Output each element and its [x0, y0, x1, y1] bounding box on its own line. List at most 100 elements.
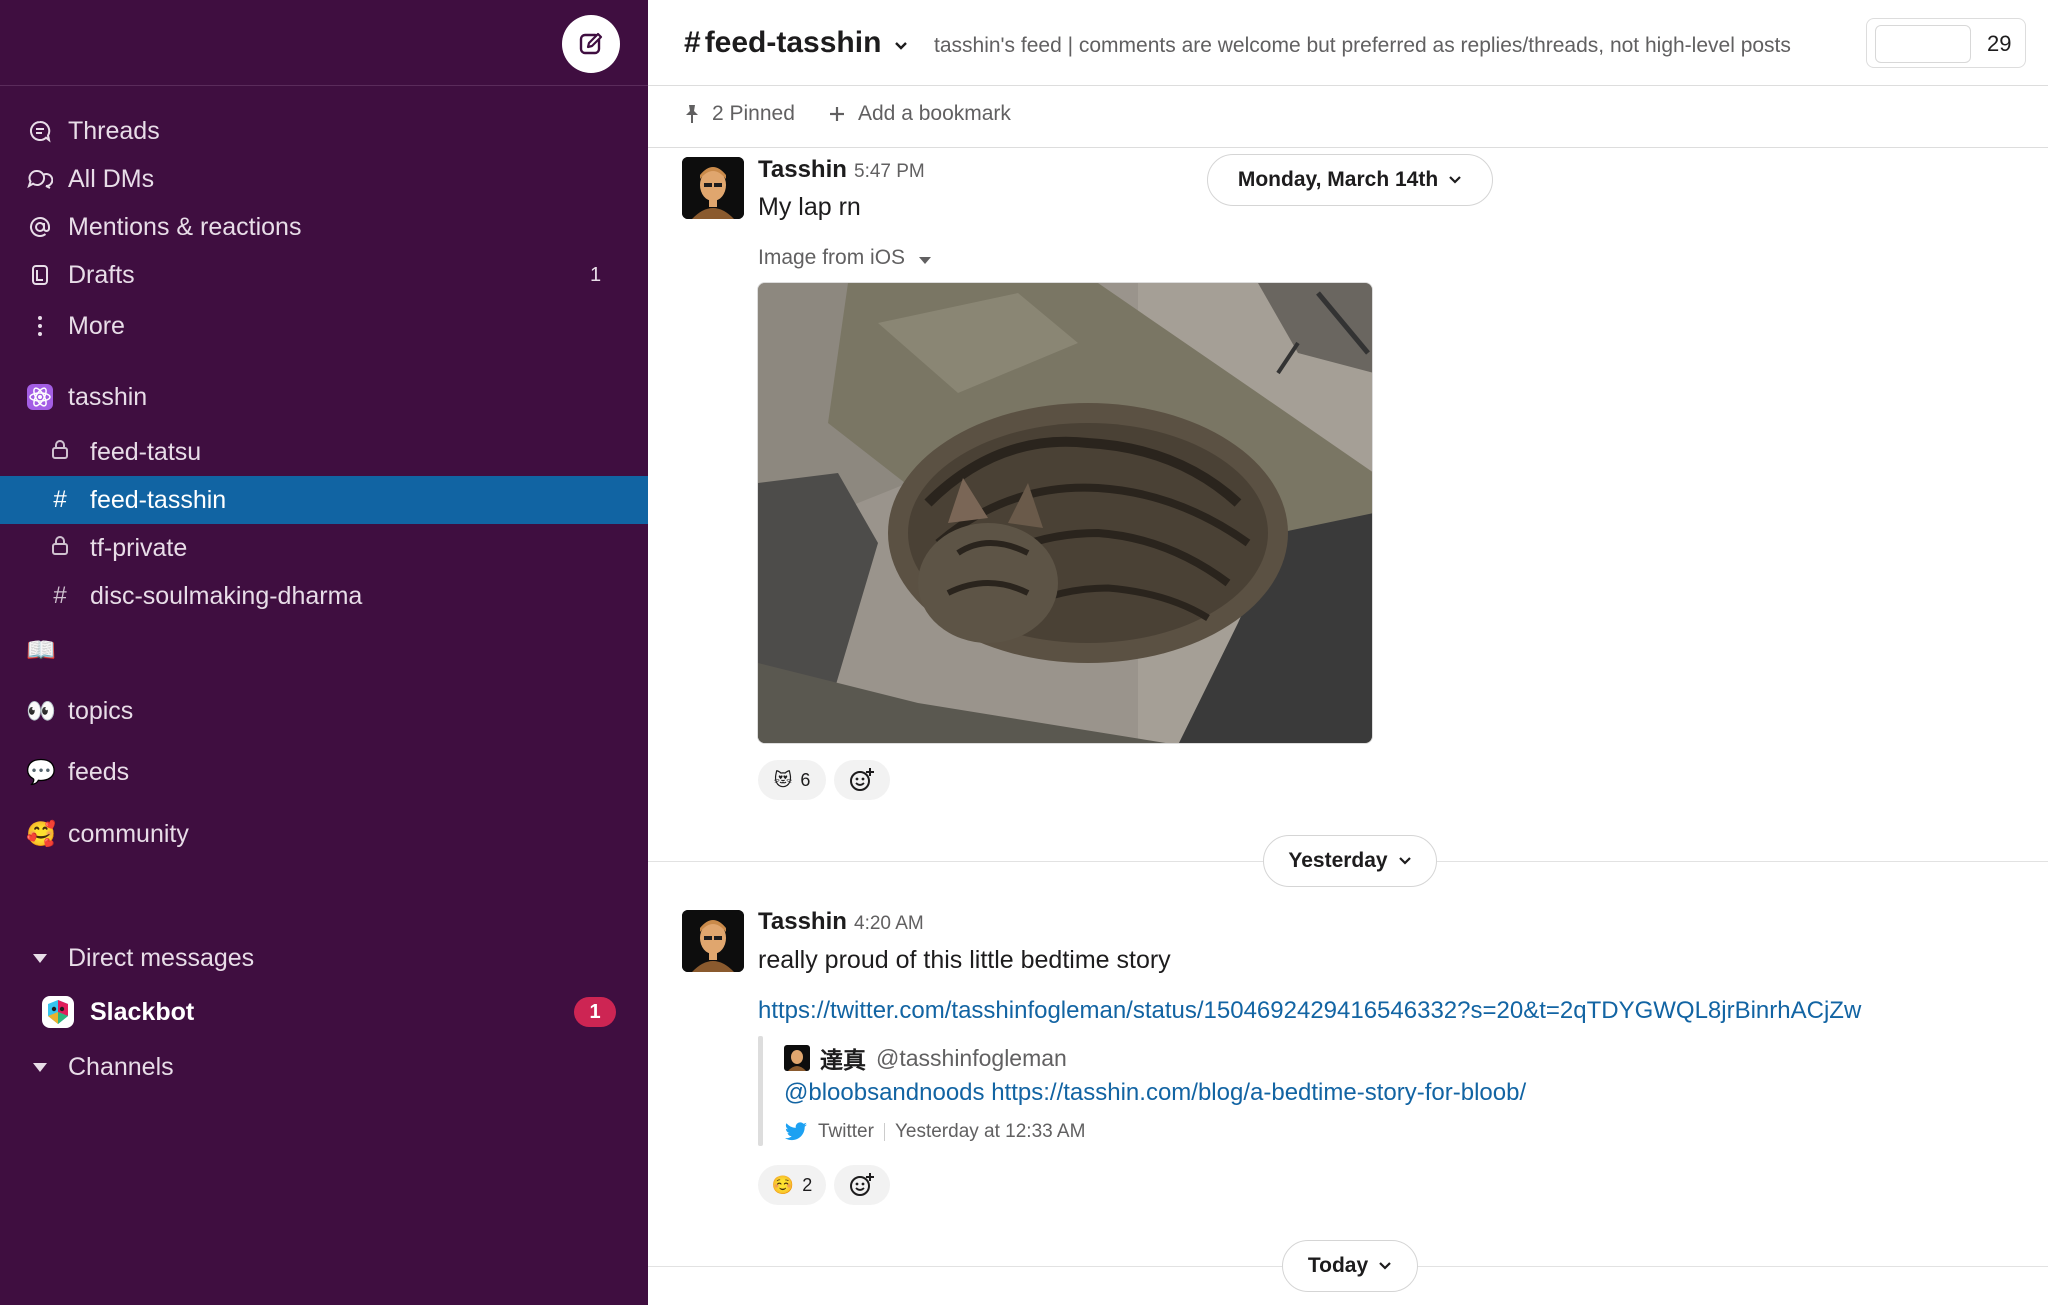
date-label: Today — [1307, 1254, 1369, 1277]
sidebar-item-label: Threads — [68, 116, 160, 145]
sidebar-section-label: feeds — [68, 757, 130, 786]
hash-symbol: # — [684, 26, 701, 59]
members-button[interactable]: 29 — [1866, 18, 2026, 68]
sidebar-item-mentions[interactable]: Mentions & reactions — [0, 203, 648, 251]
sidebar-item-label: All DMs — [68, 164, 155, 193]
image-attachment[interactable] — [757, 282, 1373, 744]
attachment-label: Image from iOS — [758, 246, 906, 269]
caret-down-icon — [26, 1053, 54, 1081]
chevron-down-icon — [893, 26, 909, 60]
dm-slackbot[interactable]: Slackbot 1 — [0, 988, 648, 1036]
date-label: Yesterday — [1288, 849, 1388, 872]
unfurl-bar — [758, 1036, 763, 1146]
sidebar: Threads All DMs Mentions & reactions Dra… — [0, 0, 648, 1305]
sidebar-section-feeds[interactable]: 💬 feeds — [0, 748, 648, 796]
compose-button[interactable] — [562, 15, 620, 73]
unfurl-source: Twitter — [818, 1121, 874, 1142]
separator — [883, 1123, 885, 1141]
sidebar-section-tasshin[interactable]: tasshin — [0, 373, 648, 421]
threads-icon — [26, 117, 54, 145]
more-icon — [26, 312, 54, 340]
sidebar-section-label: tasshin — [68, 382, 148, 411]
member-avatars — [1875, 25, 1971, 63]
message-author[interactable]: Tasshin — [758, 908, 847, 936]
sidebar-section-label: Channels — [68, 1052, 174, 1081]
speech-bubble-icon: 💬 — [26, 758, 56, 786]
date-divider-jump[interactable]: Yesterday — [1263, 835, 1437, 887]
unread-badge: 1 — [574, 997, 616, 1027]
hash-icon: # — [53, 582, 67, 609]
channel-topic[interactable]: tasshin's feed | comments are welcome bu… — [934, 34, 1791, 58]
unfurl-name[interactable]: 達真 — [820, 1041, 866, 1075]
caret-down-icon — [26, 944, 54, 972]
sidebar-item-label: Drafts — [68, 260, 135, 289]
message-timestamp[interactable]: 5:47 PM — [854, 161, 925, 183]
pinned-button[interactable]: 2 Pinned — [682, 102, 795, 126]
reaction-pill[interactable]: ☺️ 2 — [758, 1165, 826, 1205]
sidebar-section-topics[interactable]: 👀 topics — [0, 687, 648, 735]
unfurl-url[interactable]: https://tasshin.com/blog/a-bedtime-story… — [991, 1079, 1526, 1106]
relieved-face-icon: ☺️ — [771, 1174, 795, 1195]
unfurl-avatar — [784, 1045, 810, 1071]
eyes-icon: 👀 — [26, 697, 56, 725]
at-icon — [26, 213, 54, 241]
sidebar-item-threads[interactable]: Threads — [0, 107, 648, 155]
add-bookmark-button[interactable]: Add a bookmark — [828, 102, 1011, 126]
pin-icon — [686, 105, 698, 123]
add-emoji-icon — [850, 768, 874, 791]
sidebar-section-channels[interactable]: Channels — [0, 1043, 648, 1091]
chevron-down-icon — [1379, 1262, 1391, 1270]
dm-label: Slackbot — [90, 997, 195, 1026]
unfurl-header: 達真 @tasshinfogleman — [784, 1041, 1067, 1075]
channel-disc-soulmaking-dharma[interactable]: # disc-soulmaking-dharma — [0, 572, 648, 620]
avatar[interactable] — [682, 157, 744, 219]
react-logo-icon — [26, 383, 54, 411]
channel-tf-private[interactable]: tf-private — [0, 524, 648, 572]
smiling-face-hearts-icon: 🥰 — [26, 820, 56, 848]
hash-icon: # — [53, 486, 67, 513]
channel-view: # feed-tasshin tasshin's feed | comments… — [648, 0, 2048, 1305]
date-divider-jump[interactable]: Today — [1282, 1240, 1418, 1292]
sidebar-section-direct-messages[interactable]: Direct messages — [0, 934, 648, 982]
channel-feed-tasshin[interactable]: # feed-tasshin — [0, 476, 648, 524]
reaction-pill[interactable]: 😻 6 — [758, 760, 826, 800]
channel-feed-tatsu[interactable]: feed-tatsu — [0, 428, 648, 476]
book-icon: 📖 — [26, 636, 56, 664]
sidebar-item-more[interactable]: More — [0, 302, 648, 350]
member-count: 29 — [1987, 31, 2012, 56]
sidebar-section-label: community — [68, 819, 189, 848]
unfurl-mention[interactable]: @bloobsandnoods — [784, 1079, 985, 1106]
cat-photo-image — [758, 283, 1372, 743]
message-author[interactable]: Tasshin — [758, 156, 847, 184]
heart-eyes-cat-icon: 😻 — [773, 769, 793, 790]
add-reaction-button[interactable] — [834, 760, 890, 800]
sidebar-section-label: topics — [68, 696, 134, 725]
channel-title-button[interactable]: # feed-tasshin — [684, 26, 909, 60]
sidebar-item-drafts[interactable]: Drafts 1 — [0, 251, 648, 299]
plus-icon — [830, 107, 844, 121]
caret-down-icon — [919, 246, 932, 270]
sidebar-section-community[interactable]: 🥰 community — [0, 810, 648, 858]
attachment-toggle[interactable]: Image from iOS — [758, 246, 932, 270]
add-emoji-icon — [850, 1173, 874, 1196]
message-text: My lap rn — [758, 193, 861, 221]
unfurl-date[interactable]: Yesterday at 12:33 AM — [895, 1121, 1085, 1143]
slackbot-avatar-icon — [40, 994, 76, 1030]
message-timestamp[interactable]: 4:20 AM — [854, 913, 924, 935]
message-link[interactable]: https://twitter.com/tasshinfogleman/stat… — [758, 997, 1861, 1025]
date-divider-jump[interactable]: Monday, March 14th — [1207, 154, 1493, 206]
channel-name: feed-tasshin — [704, 26, 882, 59]
sidebar-section-book[interactable]: 📖 — [0, 626, 648, 674]
avatar[interactable] — [682, 910, 744, 972]
unfurl-footer: Twitter Yesterday at 12:33 AM — [784, 1121, 1085, 1143]
channel-label: feed-tatsu — [90, 437, 202, 466]
unfurl-handle[interactable]: @tasshinfogleman — [876, 1045, 1067, 1072]
sidebar-item-all-dms[interactable]: All DMs — [0, 155, 648, 203]
compose-icon — [579, 32, 603, 55]
drafts-icon — [26, 261, 54, 289]
message-text: really proud of this little bedtime stor… — [758, 946, 1171, 974]
add-reaction-button[interactable] — [834, 1165, 890, 1205]
channel-label: feed-tasshin — [90, 485, 227, 514]
sidebar-section-label: Direct messages — [68, 943, 255, 972]
channel-label: tf-private — [90, 533, 188, 562]
